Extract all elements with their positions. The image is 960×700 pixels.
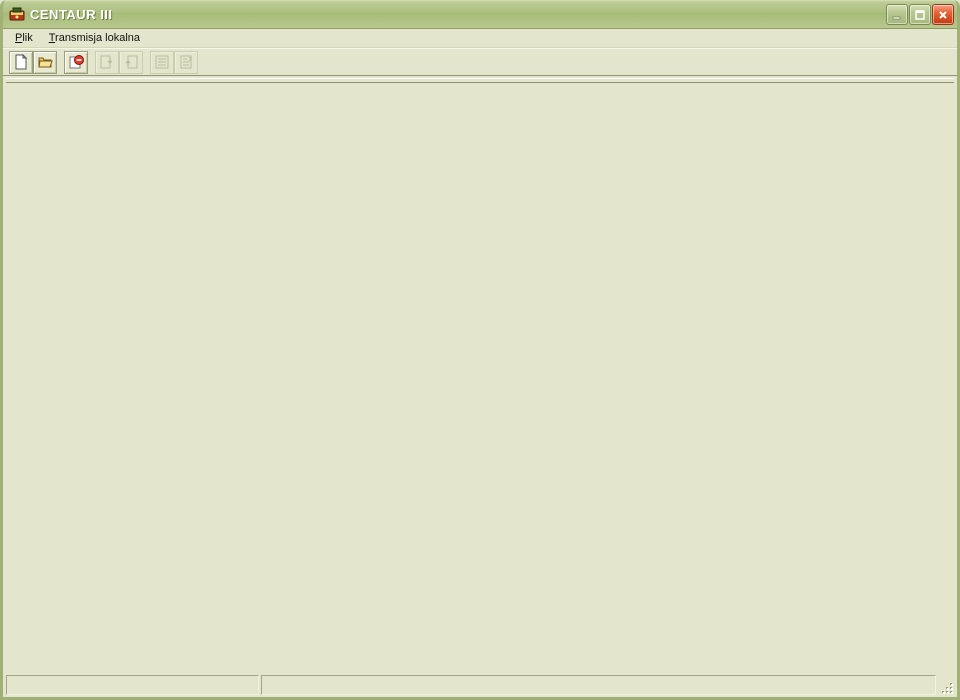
window-controls [886,4,954,25]
app-icon [9,6,25,22]
resize-grip[interactable] [938,675,954,695]
toolbar-separator [143,50,150,74]
status-bar [6,675,954,695]
toolbar-send-button [119,51,143,74]
menu-plik[interactable]: Plik [8,30,40,46]
stop-transfer-icon [68,54,84,70]
status-pane-2 [261,675,936,695]
toolbar-settings-button [150,51,174,74]
minimize-button[interactable] [886,4,908,25]
report-icon [178,54,194,70]
toolbar-stop-button[interactable] [64,51,88,74]
toolbar-open-button[interactable] [33,51,57,74]
menu-transmisja-lokalna[interactable]: Transmisja lokalna [42,30,147,46]
toolbar-separator [88,50,95,74]
document-area [6,82,954,675]
open-file-icon [37,54,53,70]
toolbar-report-button [174,51,198,74]
toolbar-separator [57,50,64,74]
menu-bar: Plik Transmisja lokalna [3,29,957,48]
maximize-button[interactable] [909,4,931,25]
toolbar-new-button[interactable] [9,51,33,74]
application-window: CENTAUR III Plik [0,0,960,700]
status-pane-1 [6,675,259,695]
toolbar [3,48,957,76]
close-button[interactable] [932,4,954,25]
settings-list-icon [154,54,170,70]
receive-down-icon [99,54,115,70]
send-up-icon [123,54,139,70]
new-file-icon [13,54,29,70]
window-title: CENTAUR III [30,7,113,22]
toolbar-receive-button [95,51,119,74]
title-bar[interactable]: CENTAUR III [3,0,957,29]
client-area [6,78,954,675]
